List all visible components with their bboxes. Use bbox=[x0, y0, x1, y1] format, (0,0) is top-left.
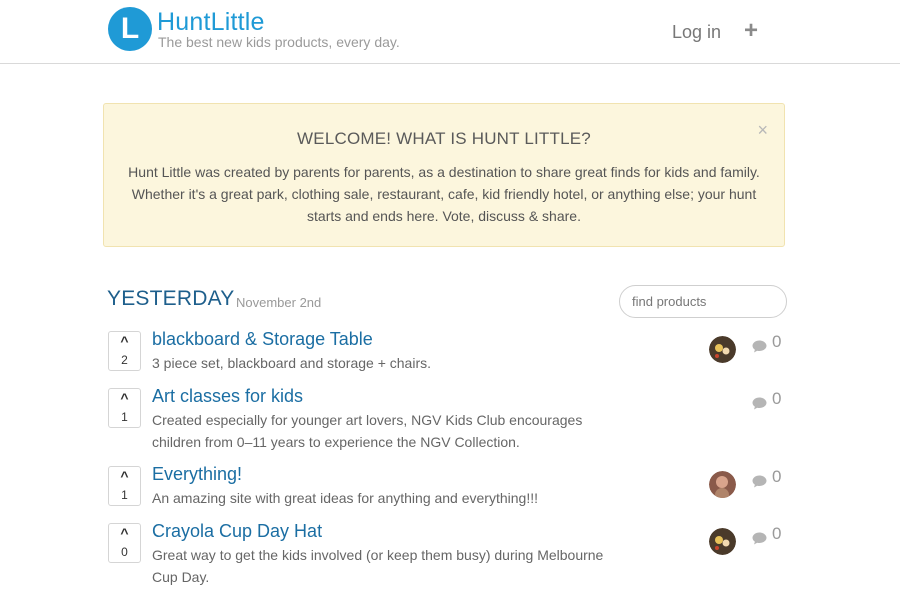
top-header: L HuntLittle The best new kids products,… bbox=[0, 0, 900, 64]
upvote-button[interactable]: ^ 0 bbox=[108, 523, 141, 563]
upvote-button[interactable]: ^ 2 bbox=[108, 331, 141, 371]
chevron-up-icon: ^ bbox=[120, 468, 129, 484]
avatar[interactable] bbox=[709, 471, 736, 498]
speech-bubble-icon[interactable] bbox=[752, 340, 767, 353]
brand-name[interactable]: HuntLittle bbox=[157, 8, 265, 37]
section-date: November 2nd bbox=[236, 295, 322, 310]
upvote-button[interactable]: ^ 1 bbox=[108, 466, 141, 506]
add-post-plus-icon[interactable]: + bbox=[744, 17, 758, 45]
post-item: ^ 0 Crayola Cup Day Hat Great way to get… bbox=[0, 521, 900, 585]
post-title[interactable]: Crayola Cup Day Hat bbox=[152, 521, 322, 542]
avatar[interactable] bbox=[709, 336, 736, 363]
comment-count[interactable]: 0 bbox=[772, 389, 781, 409]
welcome-alert: WELCOME! WHAT IS HUNT LITTLE? × Hunt Lit… bbox=[103, 103, 785, 247]
chevron-up-icon: ^ bbox=[120, 333, 129, 349]
comment-count[interactable]: 0 bbox=[772, 524, 781, 544]
chevron-up-icon: ^ bbox=[120, 525, 129, 541]
chevron-up-icon: ^ bbox=[120, 390, 129, 406]
comment-count[interactable]: 0 bbox=[772, 332, 781, 352]
post-title[interactable]: Art classes for kids bbox=[152, 386, 303, 407]
post-description: An amazing site with great ideas for any… bbox=[152, 490, 538, 506]
welcome-body: Hunt Little was created by parents for p… bbox=[128, 164, 760, 224]
vote-count: 2 bbox=[121, 353, 128, 367]
logo-icon[interactable]: L bbox=[108, 7, 152, 51]
upvote-button[interactable]: ^ 1 bbox=[108, 388, 141, 428]
speech-bubble-icon[interactable] bbox=[752, 397, 767, 410]
post-item: ^ 2 blackboard & Storage Table 3 piece s… bbox=[0, 329, 900, 391]
post-description: 3 piece set, blackboard and storage + ch… bbox=[152, 355, 432, 371]
login-link[interactable]: Log in bbox=[672, 22, 721, 43]
post-title[interactable]: blackboard & Storage Table bbox=[152, 329, 373, 350]
brand-tagline: The best new kids products, every day. bbox=[158, 34, 400, 50]
avatar[interactable] bbox=[709, 528, 736, 555]
post-description: Created especially for younger art lover… bbox=[152, 412, 583, 450]
search-input[interactable] bbox=[619, 285, 787, 318]
vote-count: 1 bbox=[121, 488, 128, 502]
post-item: ^ 1 Art classes for kids Created especia… bbox=[0, 386, 900, 450]
welcome-title: WELCOME! WHAT IS HUNT LITTLE? bbox=[297, 129, 591, 148]
speech-bubble-icon[interactable] bbox=[752, 532, 767, 545]
vote-count: 1 bbox=[121, 410, 128, 424]
post-title[interactable]: Everything! bbox=[152, 464, 242, 485]
close-icon[interactable]: × bbox=[757, 120, 768, 141]
post-description: Great way to get the kids involved (or k… bbox=[152, 547, 604, 585]
section-title: YESTERDAY bbox=[107, 287, 235, 310]
comment-count[interactable]: 0 bbox=[772, 467, 781, 487]
vote-count: 0 bbox=[121, 545, 128, 559]
speech-bubble-icon[interactable] bbox=[752, 475, 767, 488]
post-item: ^ 1 Everything! An amazing site with gre… bbox=[0, 464, 900, 526]
